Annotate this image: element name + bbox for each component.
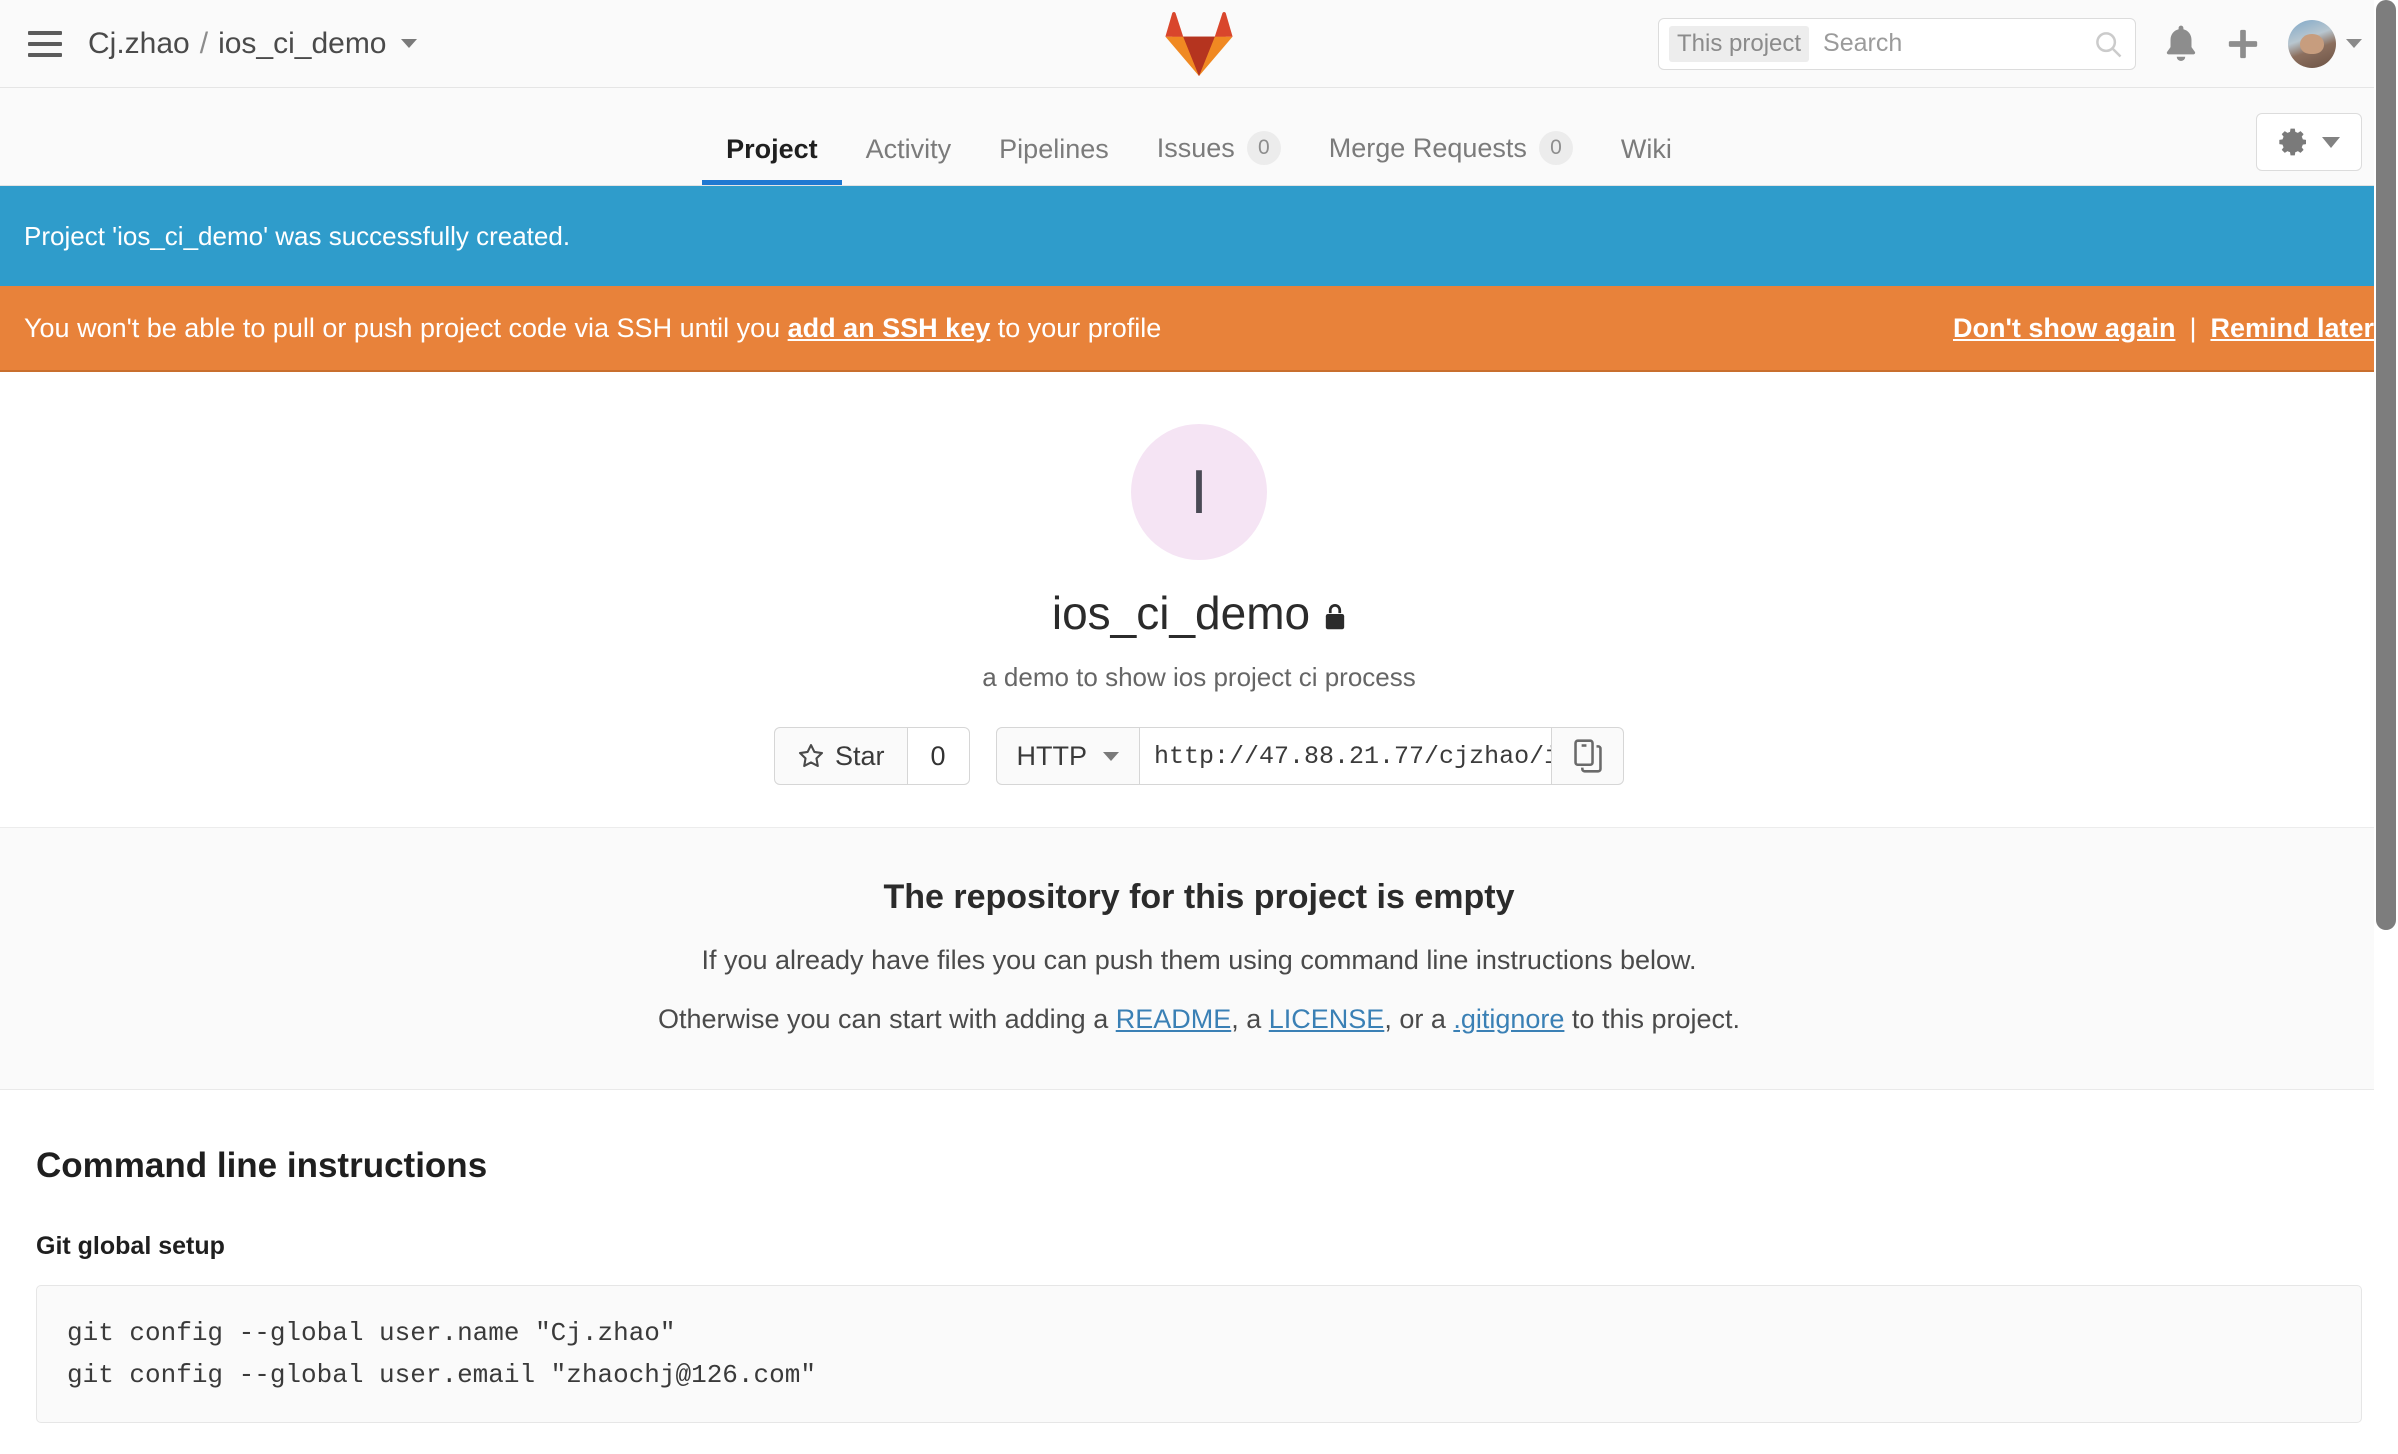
empty-repo-line-2: Otherwise you can start with adding a RE… <box>0 1004 2398 1035</box>
tab-project[interactable]: Project <box>702 134 842 185</box>
chevron-down-icon <box>2322 136 2340 148</box>
tab-issues[interactable]: Issues 0 <box>1133 131 1305 185</box>
ssh-warning-actions: Don't show again | Remind later <box>1953 313 2374 344</box>
page-title: ios_ci_demo <box>0 586 2398 640</box>
project-nav-tabs: Project Activity Pipelines Issues 0 Merg… <box>0 88 2398 186</box>
navbar-right-group: This project Search <box>1658 17 2362 70</box>
tab-pipelines[interactable]: Pipelines <box>975 134 1133 185</box>
tab-list: Project Activity Pipelines Issues 0 Merg… <box>702 131 1696 185</box>
top-navbar: Cj.zhao / ios_ci_demo This project Searc… <box>0 0 2398 88</box>
ssh-warning-text: You won't be able to pull or push projec… <box>24 313 1161 344</box>
chevron-down-icon <box>400 39 417 48</box>
search-icon[interactable] <box>2093 29 2123 59</box>
ssh-warning-suffix: to your profile <box>990 312 1162 343</box>
gitlab-logo <box>1163 8 1235 83</box>
git-global-setup-code[interactable]: git config --global user.name "Cj.zhao" … <box>36 1285 2362 1424</box>
tab-label: Pipelines <box>999 134 1109 164</box>
ssh-warning-prefix: You won't be able to pull or push projec… <box>24 312 788 343</box>
project-avatar-letter: I <box>1190 457 1208 527</box>
tab-label: Merge Requests <box>1328 132 1527 163</box>
action-separator: | <box>2189 312 2197 343</box>
avatar[interactable] <box>2288 19 2336 68</box>
readme-link[interactable]: README <box>1116 1004 1232 1034</box>
cli-section-title: Git global setup <box>36 1232 225 1260</box>
project-settings-button[interactable] <box>2256 113 2362 171</box>
user-menu[interactable] <box>2288 19 2362 68</box>
plus-icon[interactable] <box>2226 27 2260 61</box>
project-header: I ios_ci_demo a demo to show ios project… <box>0 372 2398 828</box>
issues-count-badge: 0 <box>1246 131 1281 165</box>
merge-requests-count-badge: 0 <box>1538 131 1573 165</box>
chevron-down-icon <box>1103 751 1120 761</box>
star-button[interactable]: Star <box>773 727 908 785</box>
star-button-label: Star <box>834 740 885 771</box>
project-actions-row: Star 0 HTTP http://47.88.21.77/cjzhao/io… <box>0 727 2398 785</box>
tab-activity[interactable]: Activity <box>842 134 976 185</box>
star-count[interactable]: 0 <box>907 727 970 785</box>
empty-repo-line-2-prefix: Otherwise you can start with adding a <box>657 1004 1116 1034</box>
tab-label: Activity <box>865 134 952 164</box>
gear-icon <box>2279 128 2306 156</box>
empty-repo-line-2-mid1: , a <box>1231 1004 1269 1034</box>
empty-repo-line-2-suffix: to this project. <box>1564 1004 1741 1034</box>
add-ssh-key-link[interactable]: add an SSH key <box>788 313 991 343</box>
star-button-group: Star 0 <box>773 727 970 785</box>
remind-later-link[interactable]: Remind later <box>2210 313 2374 344</box>
breadcrumb-project: ios_ci_demo <box>218 26 387 60</box>
empty-repo-title: The repository for this project is empty <box>883 878 1515 916</box>
empty-repository-section: The repository for this project is empty… <box>0 828 2398 1090</box>
hamburger-icon[interactable] <box>28 30 62 57</box>
chevron-down-icon <box>2346 39 2362 48</box>
tab-merge-requests[interactable]: Merge Requests 0 <box>1305 131 1597 185</box>
clone-url-group: HTTP http://47.88.21.77/cjzhao/ios <box>995 727 1625 785</box>
breadcrumb-namespace: Cj.zhao <box>88 26 190 60</box>
breadcrumb[interactable]: Cj.zhao / ios_ci_demo <box>88 27 417 61</box>
ssh-warning-alert: You won't be able to pull or push projec… <box>0 286 2398 372</box>
command-line-instructions: Command line instructions Git global set… <box>0 1090 2398 1424</box>
empty-repo-line-2-mid2: , or a <box>1384 1004 1454 1034</box>
tab-label: Wiki <box>1620 134 1672 164</box>
dont-show-again-link[interactable]: Don't show again <box>1953 313 2175 344</box>
copy-url-button[interactable] <box>1552 727 1625 785</box>
success-alert: Project 'ios_ci_demo' was successfully c… <box>0 186 2398 286</box>
bell-icon[interactable] <box>2164 25 2198 63</box>
lock-icon <box>1325 604 1345 630</box>
license-link[interactable]: LICENSE <box>1269 1004 1385 1034</box>
star-icon <box>798 743 824 768</box>
project-avatar: I <box>1131 424 1267 560</box>
tab-label: Project <box>726 134 818 164</box>
tab-label: Issues <box>1156 132 1235 163</box>
breadcrumb-separator: / <box>199 26 209 60</box>
tab-wiki[interactable]: Wiki <box>1597 134 1696 185</box>
cli-heading: Command line instructions <box>36 1146 488 1185</box>
search-input[interactable]: This project Search <box>1658 17 2136 70</box>
scrollbar-thumb[interactable] <box>2376 0 2396 930</box>
gitignore-link[interactable]: .gitignore <box>1453 1004 1564 1034</box>
search-scope-chip[interactable]: This project <box>1669 25 1810 62</box>
copy-icon <box>1573 739 1602 773</box>
project-description: a demo to show ios project ci process <box>982 662 1416 692</box>
clone-protocol-label: HTTP <box>1016 740 1088 771</box>
search-placeholder: Search <box>1823 29 1903 57</box>
clone-url-input[interactable]: http://47.88.21.77/cjzhao/ios <box>1140 727 1553 785</box>
success-alert-text: Project 'ios_ci_demo' was successfully c… <box>24 220 571 251</box>
empty-repo-line-1: If you already have files you can push t… <box>701 945 1697 975</box>
page-scrollbar[interactable] <box>2374 0 2398 1454</box>
project-name: ios_ci_demo <box>1051 587 1311 639</box>
clone-protocol-dropdown[interactable]: HTTP <box>995 727 1141 785</box>
